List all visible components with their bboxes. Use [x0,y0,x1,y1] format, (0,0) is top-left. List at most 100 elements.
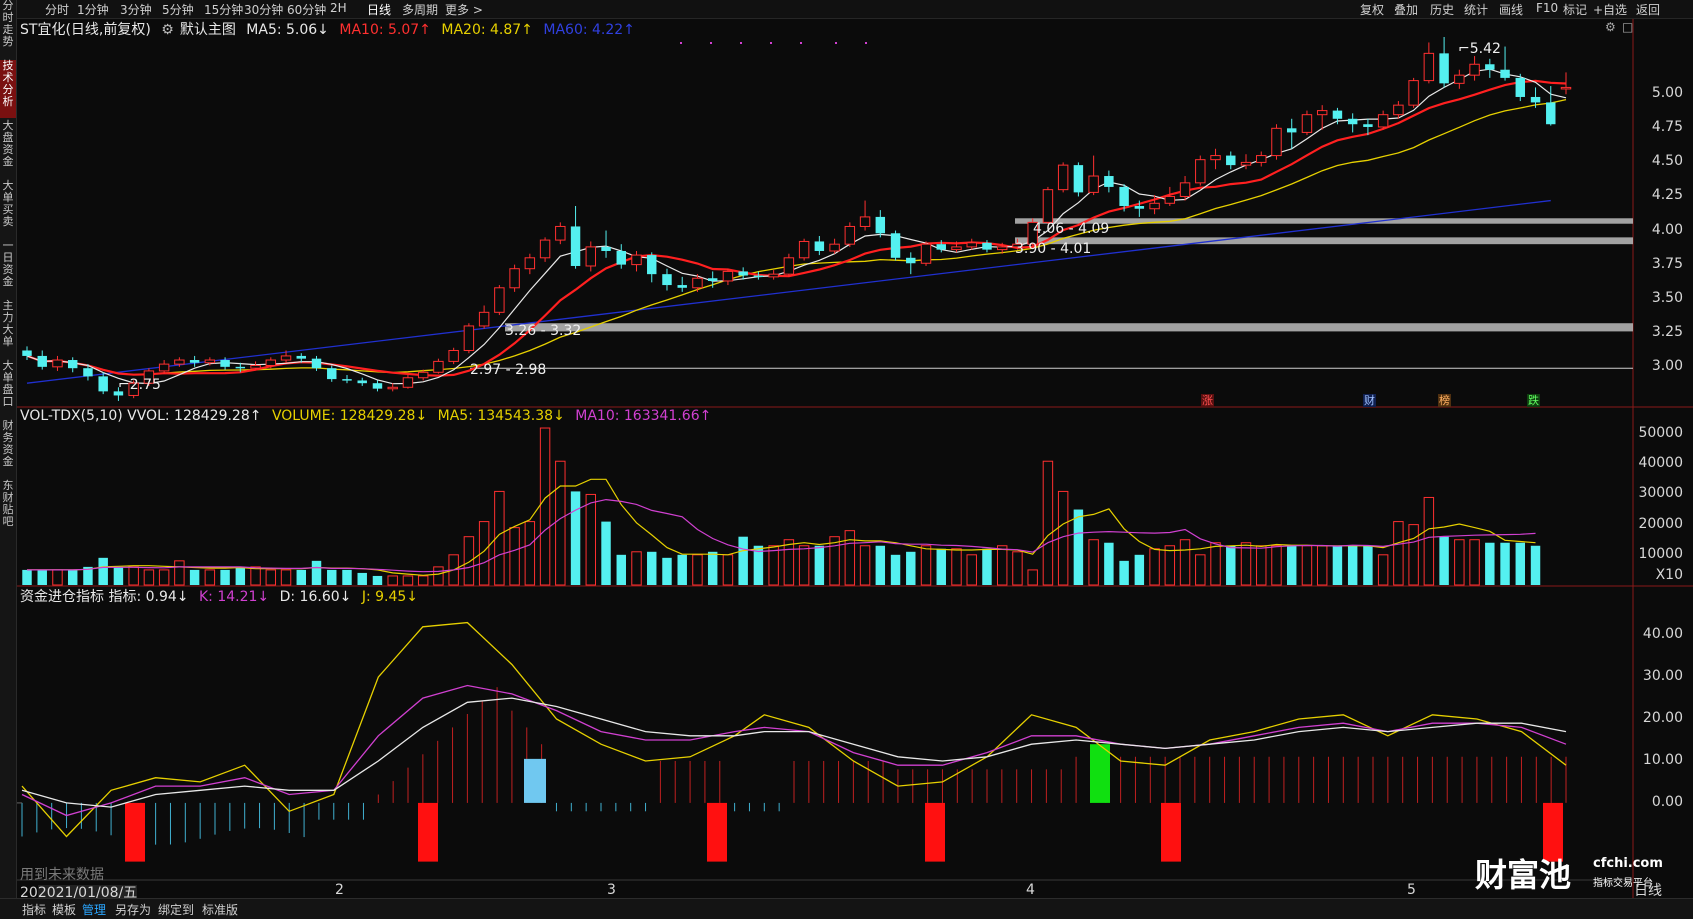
bottom-tab[interactable]: 管理 [82,901,106,918]
bottom-tab[interactable]: 另存为 [115,901,151,918]
period-label: 日线 [1634,883,1662,899]
candle-body [906,257,916,264]
signal-bar [707,802,727,862]
candle-body [890,233,901,258]
candle-body [509,268,520,289]
candle-body [1271,127,1282,157]
chart-canvas[interactable] [0,0,1693,918]
candle-body [601,246,611,251]
volume-bar [966,554,977,586]
candle-body [83,368,93,377]
zone-label-4: 2.97 - 2.98 [470,362,547,378]
axis-label: 4.25 [1651,187,1683,204]
candle-body [402,377,414,388]
ma10-value: MA10: 5.07↑ [339,22,431,38]
volume-bar [327,569,337,585]
bottom-tab[interactable]: 模板 [52,901,76,918]
volume-bar [265,569,277,586]
volume-bar [1439,536,1449,585]
volume-bar [1226,545,1236,585]
candle-body [585,246,597,267]
month-label: 2 [335,882,344,898]
candle-body [1073,165,1084,193]
volume-bar [1073,509,1084,585]
stock-title[interactable]: ST宜化(日线,前复权) [20,22,151,38]
candle-body [220,360,230,367]
marker-dot [865,42,867,44]
candle-body [936,244,946,250]
candle-body [37,355,47,367]
candle-body [1240,161,1252,166]
volume-bar [647,551,657,585]
vol-indicator-name[interactable]: VOL-TDX(5,10) VVOL: 128429.28↑ [20,408,261,424]
candle-body [52,359,63,368]
watermark-site: cfchi.com [1593,856,1663,871]
volume-bar [128,566,139,586]
volume-bar [220,569,230,585]
candle-body [174,359,185,365]
axis-label: 3.00 [1651,357,1683,374]
candle-body [829,243,840,252]
candle-body [158,363,170,372]
volume-bar [189,569,200,585]
candle-body [1439,53,1449,84]
volume-bar [372,575,383,585]
axis-label: 50000 [1638,425,1683,442]
candle-body [1560,86,1572,90]
volume-bar [1530,545,1541,585]
volume-bar [158,569,170,586]
volume-bar [814,545,825,585]
candle-body [1042,189,1054,223]
maximize-icon[interactable]: □ [1622,20,1633,34]
ma60-line [26,199,1551,384]
settings-icon[interactable]: ⚙ [1605,20,1616,34]
candle-body [707,278,718,281]
candle-body [738,271,748,276]
candle-body [616,250,626,265]
volume-bar [433,566,444,586]
candle-body [235,366,246,369]
candle-body [1393,104,1404,116]
volume-legend: VOL-TDX(5,10) VVOL: 128429.28↑ VOLUME: 1… [20,408,717,424]
volume-bar [1195,554,1206,586]
volume-bar [1149,548,1160,586]
indicator-name[interactable]: 资金进仓指标 指标: 0.94↓ [20,589,189,605]
volume-bar [1042,460,1054,586]
event-mark-rank[interactable]: 榜 [1438,394,1451,407]
candle-body [98,376,108,392]
candle-body [1256,155,1267,163]
volume-bar [22,569,32,585]
volume-bar [113,566,124,585]
candle-body [662,274,672,286]
bottom-toolbar: 指标 模板 管理 另存为 绑定到 标准版 [0,898,1693,919]
bottom-tab[interactable]: 标准版 [202,901,238,918]
volume-bar [296,569,307,585]
volume-bar [1408,524,1419,586]
axis-label: X10 [1655,567,1683,583]
signal-bar [1090,744,1110,803]
volume-bar [1423,496,1435,586]
vol-volume-value: VOLUME: 128429.28↓ [271,408,428,424]
ma5-value: MA5: 5.06↓ [246,22,329,38]
bottom-tab[interactable]: 指标 [22,901,46,918]
signal-bar [524,758,546,803]
support-zone [1015,237,1633,245]
gear-icon[interactable]: ⚙ [161,22,174,38]
axis-label: 3.25 [1651,323,1683,340]
month-label: 3 [607,882,616,898]
volume-bar [738,536,748,585]
marker-dot [835,42,837,44]
event-mark-finance[interactable]: 财 [1363,394,1376,407]
event-mark-down[interactable]: 跌 [1527,394,1540,407]
marker-dot [710,42,712,44]
template-name[interactable]: 默认主图 [180,22,236,38]
bottom-tab[interactable]: 绑定到 [158,901,194,918]
volume-bar [783,539,795,586]
candle-body [433,360,444,373]
candle-body [859,216,871,227]
event-mark-up[interactable]: 涨 [1201,394,1214,407]
candle-body [1210,155,1221,161]
marker-dot [680,42,682,44]
volume-bar [1301,545,1313,586]
candle-body [814,241,825,251]
